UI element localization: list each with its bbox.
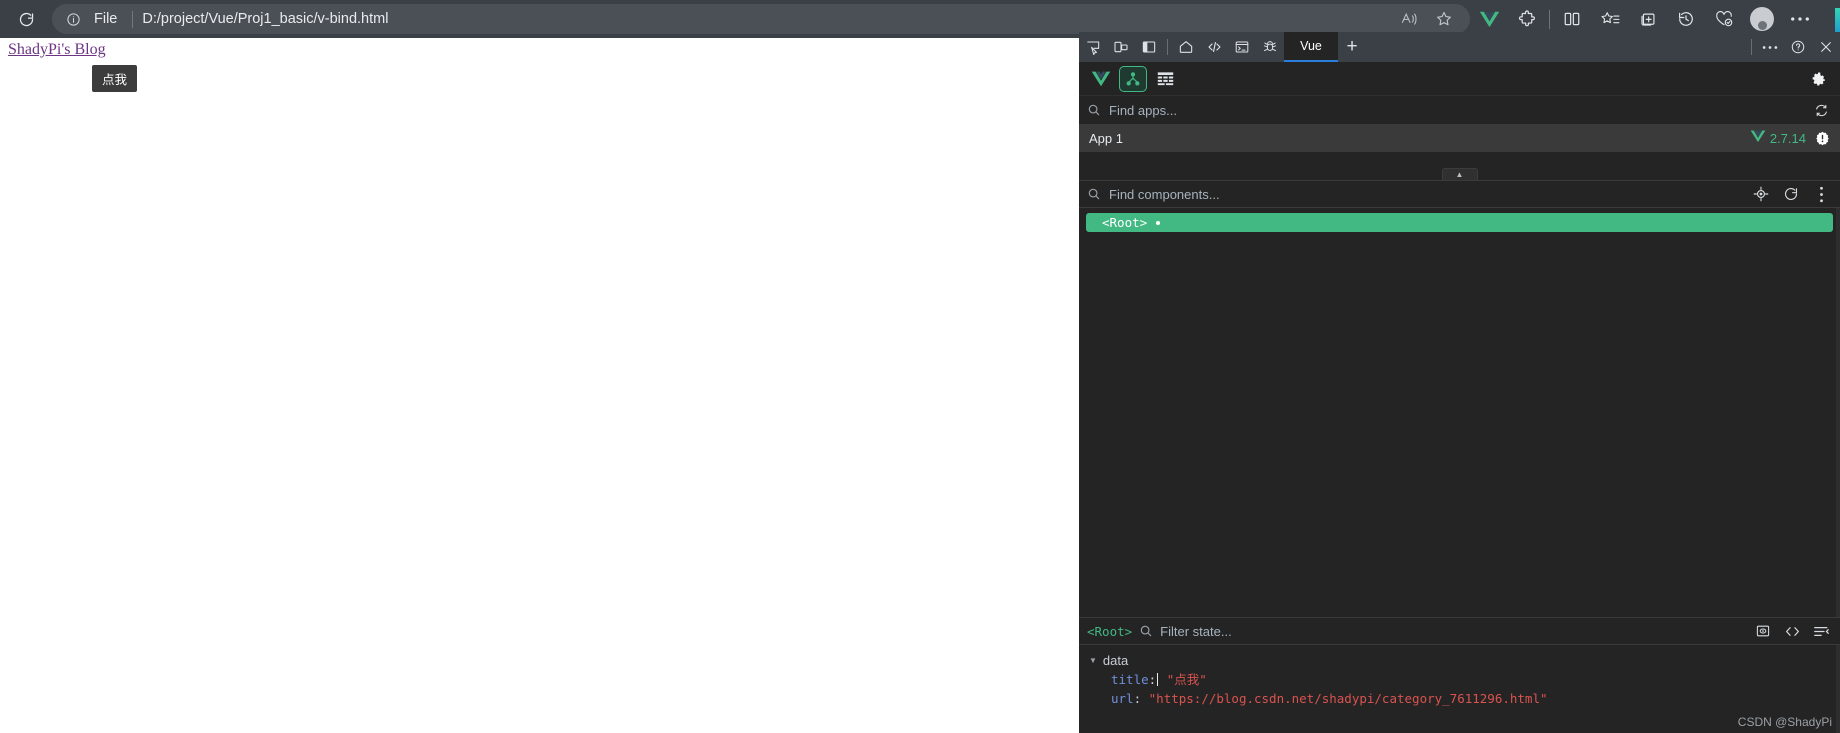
find-apps-input[interactable]: Find apps... (1109, 103, 1802, 118)
caret-down-icon[interactable]: ▼ (1089, 656, 1097, 665)
tabbar-divider-right (1751, 39, 1752, 55)
state-scrollbar[interactable] (1836, 645, 1840, 733)
app-name-label: App 1 (1089, 130, 1123, 146)
inspect-element-icon[interactable] (1079, 32, 1107, 62)
search-icon (1087, 103, 1101, 117)
app-selector-row[interactable]: App 1 2.7.14 (1079, 124, 1840, 152)
more-options-icon[interactable] (1756, 32, 1784, 62)
state-section-data[interactable]: ▼ data (1089, 651, 1840, 670)
edge-accent-sliver (1835, 8, 1840, 32)
tree-node-label: <Root> (1102, 215, 1148, 230)
reload-icon[interactable] (8, 4, 44, 34)
device-toolbar-icon[interactable] (1107, 32, 1135, 62)
settings-more-icon[interactable] (1781, 3, 1819, 35)
vue-logo-icon (1750, 129, 1766, 148)
tab-vue[interactable]: Vue (1284, 32, 1338, 62)
tab-timeline[interactable] (1151, 66, 1179, 92)
refresh-apps-icon[interactable] (1810, 99, 1832, 121)
dock-side-icon[interactable] (1135, 32, 1163, 62)
state-panel: ▼ data title: "点我" url: "https://blog.cs… (1079, 645, 1840, 733)
vue-devtools-toolbar (1079, 62, 1840, 96)
collapse-chevron-up-icon[interactable]: ▲ (1441, 168, 1478, 180)
state-entry-title[interactable]: title: "点我" (1111, 670, 1840, 689)
favorites-list-icon[interactable] (1591, 3, 1629, 35)
address-divider (132, 10, 134, 28)
app-search-bar[interactable]: Find apps... (1079, 96, 1840, 124)
history-icon[interactable] (1667, 3, 1705, 35)
vue-logo-icon (1087, 66, 1115, 92)
split-screen-icon[interactable] (1553, 3, 1591, 35)
component-tree: <Root> (1079, 208, 1840, 617)
tabbar-divider (1167, 39, 1168, 55)
devtools-panel: Vue + Find apps... App 1 2.7.14 ▲ Find c… (1079, 32, 1840, 733)
select-component-crosshair-icon[interactable] (1750, 183, 1772, 205)
close-devtools-icon[interactable] (1812, 32, 1840, 62)
inspect-dom-icon[interactable] (1752, 620, 1774, 642)
app-list-spacer: ▲ (1079, 152, 1840, 180)
collections-add-icon[interactable] (1629, 3, 1667, 35)
tab-components-tree[interactable] (1119, 65, 1147, 92)
console-icon[interactable] (1228, 32, 1256, 62)
state-value[interactable]: "https://blog.csdn.net/shadypi/category_… (1149, 691, 1548, 706)
component-search-bar[interactable]: Find components... (1079, 180, 1840, 208)
page-viewport: ShadyPi's Blog 点我 (0, 38, 1079, 733)
add-panel-button[interactable]: + (1338, 32, 1366, 62)
info-icon[interactable] (58, 4, 88, 34)
blog-link[interactable]: ShadyPi's Blog (8, 41, 106, 59)
kebab-menu-icon[interactable] (1810, 183, 1832, 205)
browser-essentials-icon[interactable] (1705, 3, 1743, 35)
state-key: url (1111, 691, 1134, 706)
text-cursor (1157, 673, 1159, 686)
devtools-tabbar: Vue + (1079, 32, 1840, 62)
inspected-component-label: <Root> (1087, 623, 1133, 639)
state-section-label: data (1102, 653, 1129, 668)
settings-gear-icon[interactable] (1804, 66, 1832, 92)
address-scheme-label: File (94, 11, 118, 27)
filter-state-input[interactable]: Filter state... (1160, 624, 1745, 639)
screen-root: File D:/project/Vue/Proj1_basic/v-bind.h… (0, 0, 1840, 733)
search-icon (1087, 187, 1101, 201)
address-bar[interactable]: File D:/project/Vue/Proj1_basic/v-bind.h… (52, 4, 1470, 34)
extensions-puzzle-icon[interactable] (1508, 3, 1546, 35)
profile-avatar-icon[interactable] (1743, 3, 1781, 35)
search-icon (1139, 624, 1153, 638)
watermark-label: CSDN @ShadyPi (1737, 715, 1832, 729)
tree-node-marker-dot (1156, 220, 1161, 225)
url-text[interactable]: D:/project/Vue/Proj1_basic/v-bind.html (142, 11, 1394, 27)
elements-code-icon[interactable] (1200, 32, 1228, 62)
click-me-button[interactable]: 点我 (92, 65, 138, 92)
vue-version-label: 2.7.14 (1769, 130, 1806, 146)
favorite-star-icon[interactable] (1428, 4, 1460, 34)
state-key: title (1111, 672, 1149, 687)
state-inspector-bar: <Root> Filter state... (1079, 617, 1840, 645)
state-value[interactable]: "点我" (1167, 672, 1207, 687)
avatar (1750, 7, 1774, 31)
find-components-input[interactable]: Find components... (1109, 187, 1742, 202)
vue-devtools-extension-icon[interactable] (1470, 3, 1508, 35)
toolbar-divider (1549, 9, 1550, 29)
state-entry-url[interactable]: url: "https://blog.csdn.net/shadypi/cate… (1111, 689, 1840, 708)
help-question-icon[interactable] (1784, 32, 1812, 62)
tree-scrollbar[interactable] (1836, 208, 1840, 617)
open-in-editor-icon[interactable] (1781, 620, 1803, 642)
address-bar-actions (1394, 4, 1464, 34)
warning-badge-icon[interactable] (1815, 131, 1830, 146)
refresh-tree-icon[interactable] (1780, 183, 1802, 205)
state-format-icon[interactable] (1810, 620, 1832, 642)
read-aloud-icon[interactable] (1394, 4, 1426, 34)
vue-toolbar-right (1804, 66, 1832, 92)
sources-debugger-icon[interactable] (1256, 32, 1284, 62)
welcome-home-icon[interactable] (1172, 32, 1200, 62)
tree-node-root[interactable]: <Root> (1086, 213, 1833, 232)
tabbar-spacer (1366, 32, 1747, 62)
